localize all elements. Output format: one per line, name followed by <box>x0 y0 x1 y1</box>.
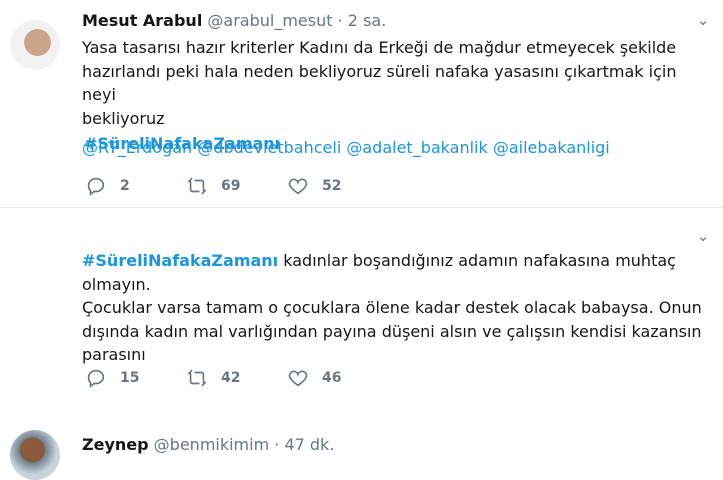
reply-button[interactable]: 15 <box>84 366 185 390</box>
retweet-icon <box>185 366 209 390</box>
like-button[interactable]: 52 <box>286 174 387 198</box>
user-name[interactable]: Mesut Arabul <box>82 11 202 30</box>
mention-link[interactable]: @dbdevletbahceli <box>197 138 341 157</box>
reply-count: 15 <box>120 370 140 386</box>
user-handle[interactable]: @benmikimim <box>154 435 270 454</box>
mention-link[interactable]: @RT_Erdogan <box>82 138 192 157</box>
tweet-actions: 2 69 52 <box>84 174 387 198</box>
timestamp[interactable]: 47 dk. <box>284 435 334 454</box>
tweet-text-line: hazırlandı peki hala neden bekliyoruz sü… <box>82 61 677 105</box>
tweet-header: Mesut Arabul @arabul_mesut · 2 sa. <box>82 10 386 32</box>
chevron-down-icon[interactable]: ⌄ <box>695 228 711 244</box>
retweet-count: 42 <box>221 370 241 386</box>
tweet-text-line: dışında kadın mal varlığından payına düş… <box>82 321 702 341</box>
tweet-text-line: parasını <box>82 345 146 364</box>
like-count: 46 <box>322 370 342 386</box>
tweet-text: #SüreliNafakaZamanı kadınlar boşandığını… <box>82 249 712 367</box>
tweet[interactable]: Mesut Arabul @arabul_mesut · 2 sa. ⌄ Yas… <box>0 0 723 207</box>
reply-button[interactable]: 2 <box>84 174 185 198</box>
tweet-text-line: Yasa tasarısı hazır kriterler Kadını da … <box>82 38 677 57</box>
chevron-down-icon[interactable]: ⌄ <box>695 12 711 28</box>
like-count: 52 <box>322 178 342 194</box>
tweet-actions: 15 42 46 <box>84 366 387 390</box>
retweet-icon <box>185 174 209 198</box>
reply-icon <box>84 366 108 390</box>
mentions-row: @RT_Erdogan @dbdevletbahceli @adalet_bak… <box>82 136 610 159</box>
separator-dot: · <box>274 435 280 454</box>
mention-link[interactable]: @ailebakanligi <box>493 138 610 157</box>
reply-icon <box>84 174 108 198</box>
avatar[interactable] <box>10 430 60 480</box>
tweet-text-line: Çocuklar varsa tamam o çocuklara ölene k… <box>82 298 702 317</box>
hashtag-link[interactable]: #SüreliNafakaZamanı <box>82 251 278 270</box>
user-handle[interactable]: @arabul_mesut <box>207 11 332 30</box>
retweet-button[interactable]: 69 <box>185 174 286 198</box>
avatar[interactable] <box>10 20 60 70</box>
like-button[interactable]: 46 <box>286 366 387 390</box>
separator-dot: · <box>337 11 343 30</box>
tweet-header: Zeynep @benmikimim · 47 dk. <box>82 434 334 456</box>
tweet[interactable]: Zeynep @benmikimim · 47 dk. ⌄ #SüreliNaf… <box>0 208 723 480</box>
heart-icon <box>286 366 310 390</box>
reply-count: 2 <box>120 178 130 194</box>
retweet-count: 69 <box>221 178 241 194</box>
heart-icon <box>286 174 310 198</box>
tweet-text-line: #SüreliNafakaZamanı kadınlar boşandığını… <box>82 249 712 296</box>
retweet-button[interactable]: 42 <box>185 366 286 390</box>
timestamp[interactable]: 2 sa. <box>348 11 387 30</box>
user-name[interactable]: Zeynep <box>82 435 149 454</box>
mention-link[interactable]: @adalet_bakanlik <box>346 138 487 157</box>
tweet-text-line: bekliyoruz <box>82 108 165 128</box>
